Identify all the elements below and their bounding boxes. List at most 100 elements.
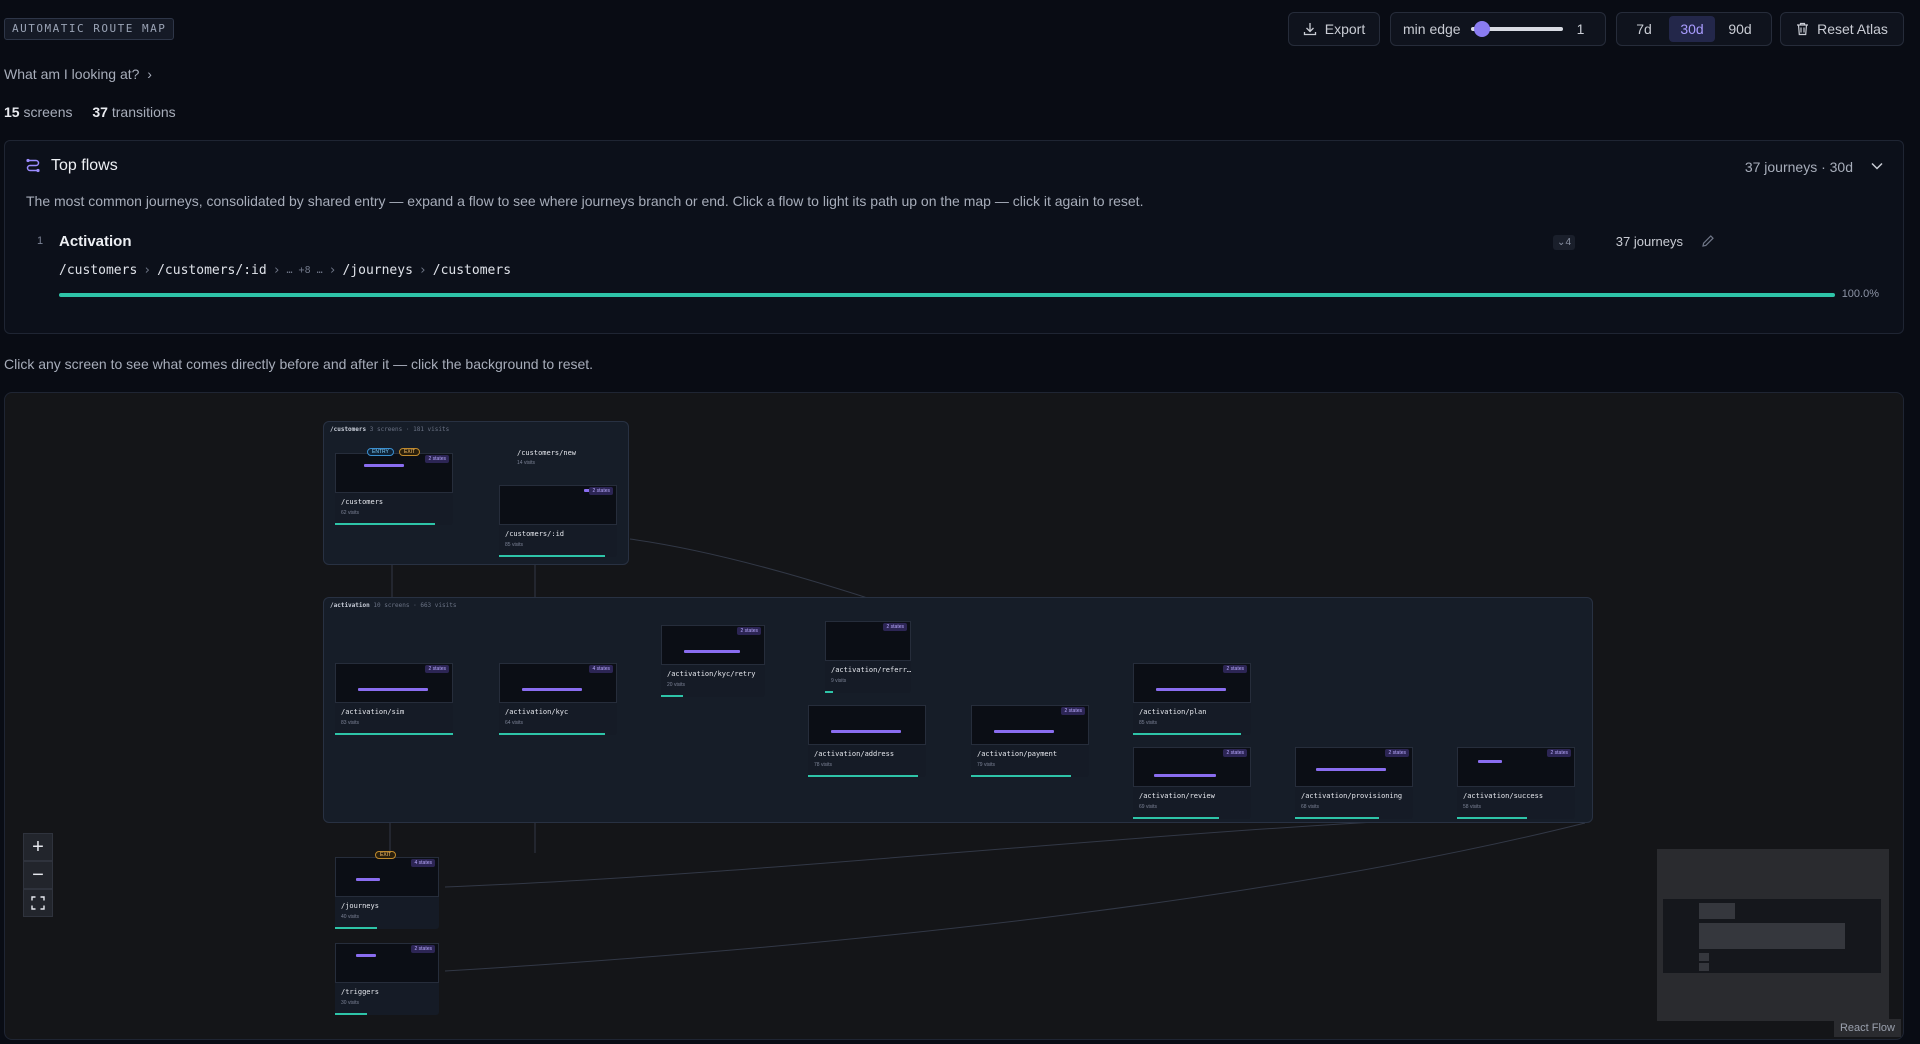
flow-variants-count: 4 xyxy=(1565,237,1571,248)
screen-node-journeys[interactable]: 4 states /journeys 40 visits EXIT xyxy=(335,851,439,929)
screen-route: /activation/plan xyxy=(1139,708,1207,716)
screen-node-activation-plan[interactable]: 2 states /activation/plan 85 visits xyxy=(1133,663,1251,735)
range-7d[interactable]: 7d xyxy=(1621,16,1667,42)
screen-node-activation-address[interactable]: /activation/address 78 visits xyxy=(808,705,926,777)
screen-node-activation-referral[interactable]: 2 states /activation/referr… 9 visits xyxy=(825,621,911,693)
flows-icon xyxy=(26,158,40,173)
screen-route: /journeys xyxy=(341,902,379,910)
screen-node-activation-success[interactable]: 2 states /activation/success 58 visits xyxy=(1457,747,1575,819)
group-label: /activation 10 screens · 663 visits xyxy=(330,602,457,609)
range-toggle: 7d 30d 90d xyxy=(1616,12,1772,46)
visits-bar xyxy=(971,775,1071,777)
minimap[interactable] xyxy=(1657,849,1889,1021)
min-edge-label: min edge xyxy=(1403,21,1461,37)
minimap-node xyxy=(1699,953,1709,961)
zoom-in-button[interactable]: + xyxy=(23,833,53,861)
states-badge: 2 states xyxy=(589,487,613,495)
states-badge: 2 states xyxy=(1547,749,1571,757)
screen-route: /activation/referr… xyxy=(831,666,912,674)
screen-thumbnail xyxy=(808,705,926,745)
flow-variants-badge: ⌄4 xyxy=(1553,235,1575,250)
range-30d[interactable]: 30d xyxy=(1669,16,1715,42)
screen-node-customers-new[interactable]: /customers/new 14 visits xyxy=(517,449,617,471)
range-90d[interactable]: 90d xyxy=(1717,16,1763,42)
screen-route: /activation/kyc/retry xyxy=(667,670,756,678)
screen-node-activation-kyc[interactable]: 4 states /activation/kyc 64 visits xyxy=(499,663,617,735)
visits-bar xyxy=(825,691,833,693)
min-edge-value: 1 xyxy=(1576,21,1585,37)
screen-visits: 85 visits xyxy=(1139,720,1158,726)
visits-bar xyxy=(1133,733,1241,735)
screen-visits: 40 visits xyxy=(341,914,360,920)
screen-route: /activation/kyc xyxy=(505,708,569,716)
screen-visits: 68 visits xyxy=(1301,804,1320,810)
reset-atlas-label: Reset Atlas xyxy=(1817,21,1888,37)
minimap-node xyxy=(1699,903,1735,919)
screen-visits: 83 visits xyxy=(341,720,360,726)
edit-pencil-icon[interactable] xyxy=(1701,234,1715,248)
screens-count: 15 xyxy=(4,104,20,120)
screen-node-activation-payment[interactable]: 2 states /activation/payment 79 visits xyxy=(971,705,1089,777)
screen-visits: 64 visits xyxy=(505,720,524,726)
min-edge-slider[interactable] xyxy=(1470,21,1563,37)
screen-visits: 79 visits xyxy=(977,762,996,768)
flow-rank: 1 xyxy=(37,235,44,247)
flow-percent: 100.0% xyxy=(1841,288,1879,300)
min-edge-slider-thumb[interactable] xyxy=(1474,21,1491,37)
visits-bar xyxy=(335,733,453,735)
flow-row[interactable]: 1 Activation ⌄4 37 journeys /customers ›… xyxy=(29,231,1879,323)
export-label: Export xyxy=(1324,21,1366,37)
flow-journeys: 37 journeys xyxy=(1615,234,1683,249)
screen-route: /activation/provisioning xyxy=(1301,792,1403,800)
visits-bar xyxy=(1133,817,1219,819)
zoom-out-button[interactable]: − xyxy=(23,861,53,889)
screen-visits: 78 visits xyxy=(814,762,833,768)
screen-visits: 58 visits xyxy=(1463,804,1482,810)
top-flows-description: The most common journeys, consolidated b… xyxy=(26,193,1144,209)
states-badge: 2 states xyxy=(883,623,907,631)
entry-badge: ENTRY xyxy=(367,448,394,456)
flow-collapsed-steps[interactable]: … +8 … xyxy=(287,265,323,276)
states-badge: 2 states xyxy=(425,665,449,673)
screen-node-activation-sim[interactable]: 2 states /activation/sim 83 visits xyxy=(335,663,453,735)
screen-visits: 62 visits xyxy=(341,510,360,516)
top-flows-title: Top flows xyxy=(51,157,118,174)
screen-node-customers-id[interactable]: 2 states /customers/:id 85 visits xyxy=(499,485,617,557)
export-button[interactable]: Export xyxy=(1288,12,1380,46)
screen-node-customers[interactable]: 2 states /customers 62 visits ENTRY EXIT xyxy=(335,448,453,525)
states-badge: 2 states xyxy=(1223,665,1247,673)
visits-bar xyxy=(661,695,683,697)
chevron-right-icon: › xyxy=(272,263,281,278)
screen-route: /activation/sim xyxy=(341,708,405,716)
chevron-right-icon: › xyxy=(147,66,152,82)
chevron-right-icon: › xyxy=(143,263,152,278)
reset-atlas-button[interactable]: Reset Atlas xyxy=(1780,12,1904,46)
screen-node-activation-review[interactable]: 2 states /activation/review 69 visits xyxy=(1133,747,1251,819)
chevron-right-icon: › xyxy=(328,263,337,278)
chevron-down-icon[interactable] xyxy=(1871,161,1883,171)
visits-bar xyxy=(335,523,435,525)
route-map-tag: AUTOMATIC ROUTE MAP xyxy=(4,18,175,40)
screen-node-activation-kyc-retry[interactable]: 2 states /activation/kyc/retry 20 visits xyxy=(661,625,765,697)
exit-badge: EXIT xyxy=(375,851,397,859)
flow-step: /customers/:id xyxy=(157,263,267,278)
chevron-right-icon: › xyxy=(418,263,427,278)
screen-node-triggers[interactable]: 2 states /triggers 30 visits xyxy=(335,943,439,1015)
screen-visits: 9 visits xyxy=(831,678,847,684)
react-flow-attribution[interactable]: React Flow xyxy=(1833,1019,1901,1037)
flow-progress-track xyxy=(59,293,1835,297)
states-badge: 4 states xyxy=(411,859,435,867)
fit-view-button[interactable] xyxy=(23,889,53,917)
exit-badge: EXIT xyxy=(399,448,421,456)
screen-node-activation-provisioning[interactable]: 2 states /activation/provisioning 68 vis… xyxy=(1295,747,1413,819)
screen-visits: 14 visits xyxy=(517,460,536,466)
states-badge: 2 states xyxy=(737,627,761,635)
explain-question: What am I looking at? xyxy=(4,66,140,82)
explain-toggle[interactable]: What am I looking at? › xyxy=(4,66,152,82)
route-map-canvas[interactable]: /customers 3 screens · 181 visits /activ… xyxy=(4,392,1904,1040)
visits-bar xyxy=(499,733,605,735)
screen-route: /activation/address xyxy=(814,750,895,758)
download-icon xyxy=(1303,23,1316,36)
fit-view-icon xyxy=(31,896,45,910)
visits-bar xyxy=(1295,817,1379,819)
